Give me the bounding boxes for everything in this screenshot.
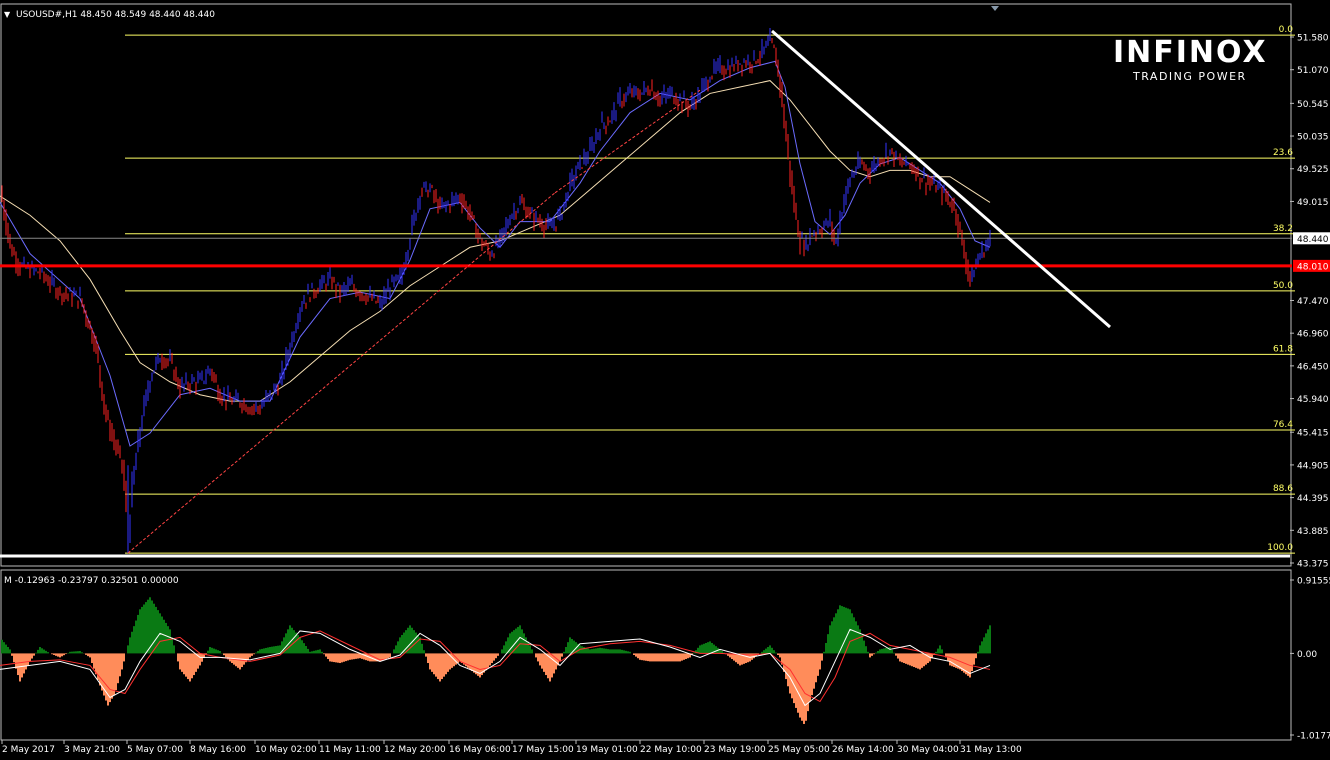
price-axis-label: 49.015 (1297, 198, 1329, 208)
logo-brand-left: INFIN (1113, 35, 1216, 70)
time-axis-label: 25 May 05:00 (768, 745, 830, 755)
time-axis-label: 17 May 15:00 (512, 745, 574, 755)
price-axis-label: 50.545 (1297, 100, 1329, 110)
time-axis-label: 2 May 2017 (2, 745, 55, 755)
fib-label: 61.8 (1273, 344, 1293, 354)
time-axis-label: 5 May 07:00 (127, 745, 183, 755)
infinox-logo: INFINOX TRADING POWER (1113, 35, 1268, 83)
time-axis-label: 11 May 11:00 (319, 745, 381, 755)
time-axis-label: 16 May 06:00 (449, 745, 511, 755)
price-axis-label: 45.415 (1297, 429, 1329, 439)
price-axis-label: 50.035 (1297, 133, 1329, 143)
fib-label: 23.6 (1273, 148, 1293, 158)
time-axis-label: 3 May 21:00 (64, 745, 120, 755)
osc-axis-label: 0.00 (1297, 650, 1317, 660)
price-axis-label: 47.470 (1297, 297, 1329, 307)
symbol-info: USOUSD#,H1 48.450 48.549 48.440 48.440 (16, 10, 215, 20)
fib-label: 76.4 (1273, 420, 1293, 430)
price-axis-label: 43.375 (1297, 560, 1329, 570)
header-arrow-icon[interactable]: ▼ (4, 10, 11, 19)
time-axis-label: 31 May 13:00 (960, 745, 1022, 755)
time-axis-label: 10 May 02:00 (255, 745, 317, 755)
time-axis-label: 12 May 20:00 (384, 745, 446, 755)
current-price-label: 48.440 (1297, 235, 1329, 245)
price-axis-label: 51.070 (1297, 66, 1329, 76)
fib-label: 50.0 (1273, 281, 1293, 291)
logo-brand-right: X (1242, 35, 1267, 70)
fib-label: 0.0 (1279, 25, 1294, 35)
fib-label: 88.6 (1273, 484, 1293, 494)
osc-axis-label: 0.91555 (1297, 577, 1330, 587)
price-chart[interactable]: ▼ USOUSD#,H1 48.450 48.549 48.440 48.440… (0, 0, 1330, 760)
price-axis-label: 43.885 (1297, 527, 1329, 537)
price-axis-label: 51.580 (1297, 34, 1329, 44)
price-axis-label: 44.905 (1297, 461, 1329, 471)
price-axis-label: 44.395 (1297, 494, 1329, 504)
time-axis-label: 30 May 04:00 (897, 745, 959, 755)
time-axis-label: 26 May 14:00 (832, 745, 894, 755)
logo-tagline: TRADING POWER (1132, 70, 1247, 83)
indicator-info: M -0.12963 -0.23797 0.32501 0.00000 (4, 576, 179, 586)
fib-label: 38.2 (1273, 224, 1293, 234)
time-axis-label: 19 May 01:00 (576, 745, 638, 755)
svg-text:INFINOX: INFINOX (1113, 35, 1268, 70)
price-axis-label: 45.940 (1297, 395, 1329, 405)
time-axis-label: 23 May 19:00 (704, 745, 766, 755)
price-axis-label: 46.450 (1297, 362, 1329, 372)
price-axis-label: 49.525 (1297, 165, 1329, 175)
price-axis-label: 46.960 (1297, 330, 1329, 340)
osc-axis-label: -1.0177 (1297, 732, 1330, 742)
support-price-label: 48.010 (1297, 262, 1329, 272)
time-axis-label: 8 May 16:00 (190, 745, 246, 755)
fib-label: 100.0 (1267, 543, 1293, 553)
logo-o-glyph: O (1216, 35, 1242, 70)
time-axis-label: 22 May 10:00 (640, 745, 702, 755)
